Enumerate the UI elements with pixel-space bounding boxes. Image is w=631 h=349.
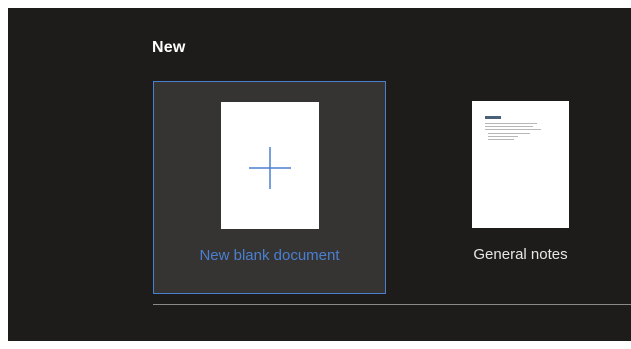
notes-text-line <box>485 126 533 127</box>
new-blank-document-tile[interactable]: New blank document <box>153 81 386 294</box>
new-blank-document-label: New blank document <box>199 247 340 264</box>
general-notes-thumbnail <box>472 101 569 228</box>
blank-page-thumbnail <box>221 102 319 229</box>
general-notes-tile[interactable]: General notes <box>422 81 631 294</box>
new-document-panel: New New blank document General notes <box>8 8 631 341</box>
notes-text-line <box>488 139 514 140</box>
notes-text-line <box>488 136 518 137</box>
section-title: New <box>152 39 186 56</box>
section-divider <box>153 304 631 305</box>
plus-icon <box>249 147 291 189</box>
notes-text-line <box>485 123 537 124</box>
notes-text-line <box>488 133 530 134</box>
general-notes-label: General notes <box>473 246 568 263</box>
notes-text-line <box>485 129 541 130</box>
notes-title-mark <box>485 116 501 119</box>
